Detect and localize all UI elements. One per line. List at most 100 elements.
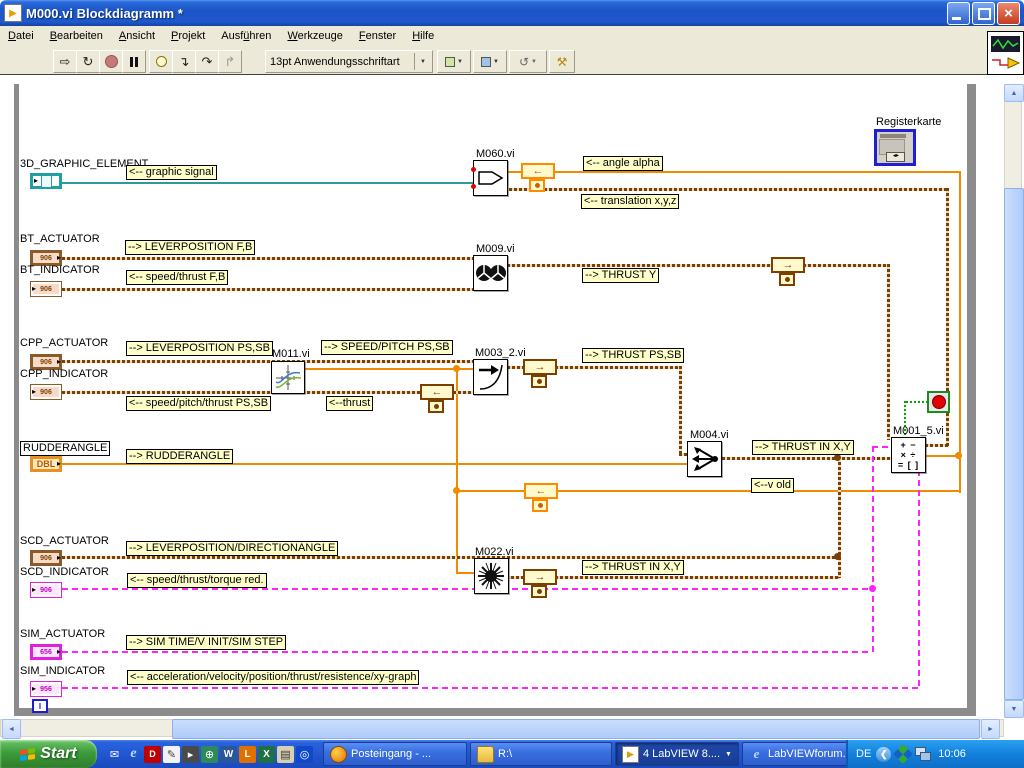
label-sim-indicator[interactable]: SIM_INDICATOR bbox=[20, 665, 105, 677]
wire-label-v-old[interactable]: <--v old bbox=[751, 478, 794, 493]
scroll-up-button[interactable]: ▲ bbox=[1004, 84, 1024, 102]
wire-label-lever-fb[interactable]: --> LEVERPOSITION F,B bbox=[125, 240, 256, 255]
scroll-right-button[interactable]: ► bbox=[981, 719, 1000, 739]
wire-label-angle-alpha[interactable]: <-- angle alpha bbox=[583, 156, 663, 171]
step-into-button[interactable]: ↴ bbox=[172, 50, 196, 73]
bundle-node-index[interactable] bbox=[531, 375, 547, 388]
terminal-scd-actuator[interactable]: 906 ▸ bbox=[30, 550, 62, 566]
menu-datei[interactable]: Datei bbox=[0, 28, 42, 44]
font-selector[interactable]: 13pt Anwendungsschriftart ▼ bbox=[265, 50, 433, 73]
label-m001-5[interactable]: M001_5.vi bbox=[893, 425, 944, 437]
close-button[interactable]: × bbox=[997, 1, 1020, 25]
menu-hilfe[interactable]: Hilfe bbox=[404, 28, 442, 44]
wire-label-lever-dir[interactable]: --> LEVERPOSITION/DIRECTIONANGLE bbox=[126, 541, 339, 556]
wire-magenta-vertical-2[interactable] bbox=[918, 470, 920, 689]
minimize-button[interactable] bbox=[947, 1, 970, 25]
wire-translation-stub[interactable] bbox=[925, 444, 948, 447]
wire-cpp-actuator[interactable] bbox=[62, 360, 474, 363]
terminal-sim-indicator[interactable]: 956 ▸ bbox=[30, 681, 62, 697]
wire-orange-mid-vertical[interactable] bbox=[456, 368, 458, 574]
wire-bt-indicator[interactable] bbox=[62, 288, 474, 291]
subvi-m003-2[interactable] bbox=[473, 359, 508, 395]
wire-label-rudderangle[interactable]: --> RUDDERANGLE bbox=[126, 449, 234, 464]
wire-magenta-vertical-1[interactable] bbox=[872, 446, 874, 653]
fax-printer-icon[interactable]: ▤ bbox=[277, 745, 294, 763]
wire-orange-right-vertical[interactable] bbox=[959, 171, 961, 493]
label-m004[interactable]: M004.vi bbox=[690, 429, 729, 441]
bundle-node[interactable]: → bbox=[771, 257, 805, 273]
wire-translation[interactable] bbox=[509, 188, 948, 191]
wire-m004-to-m001[interactable] bbox=[722, 457, 892, 460]
vertical-scroll-thumb[interactable] bbox=[1004, 188, 1024, 700]
reorder-button[interactable]: ↺ ▼ bbox=[509, 50, 547, 73]
unbundle-node[interactable]: ← bbox=[521, 163, 555, 179]
bundle-node-index[interactable] bbox=[779, 273, 795, 286]
subvi-m009[interactable] bbox=[473, 255, 508, 291]
subvi-m004[interactable] bbox=[687, 441, 722, 477]
network-icon[interactable] bbox=[915, 747, 932, 761]
unbundle-node-index[interactable] bbox=[428, 400, 444, 413]
bundle-node-index[interactable] bbox=[531, 585, 547, 598]
horizontal-scroll-thumb[interactable] bbox=[172, 719, 980, 739]
clock[interactable]: 10:06 bbox=[938, 748, 966, 760]
unbundle-node[interactable]: ← bbox=[420, 384, 454, 400]
subvi-m001-5[interactable]: + − × ÷ = [ ] bbox=[891, 437, 926, 473]
media-player-2-icon[interactable]: ◎ bbox=[296, 745, 313, 763]
task-explorer-r-drive[interactable]: R:\ bbox=[470, 742, 612, 766]
task-group-labview[interactable]: ▶ 4 LabVIEW 8.... ▼ bbox=[615, 742, 739, 766]
step-over-button[interactable]: ↷ bbox=[195, 50, 219, 73]
unbundle-node-index[interactable] bbox=[532, 499, 548, 512]
wire-label-thrust-y[interactable]: --> THRUST Y bbox=[582, 268, 660, 283]
wire-label-lever-pssb[interactable]: --> LEVERPOSITION PS,SB bbox=[126, 341, 273, 356]
notes-editor-icon[interactable]: ✎ bbox=[163, 745, 180, 763]
label-cpp-indicator[interactable]: CPP_INDICATOR bbox=[20, 368, 108, 380]
wire-thrust-pssb-vertical[interactable] bbox=[679, 366, 682, 456]
wire-graphic-signal[interactable] bbox=[62, 182, 475, 184]
wire-into-m022[interactable] bbox=[456, 572, 476, 574]
pause-button[interactable] bbox=[122, 50, 146, 73]
subvi-m011[interactable] bbox=[271, 361, 305, 394]
menu-werkzeuge[interactable]: Werkzeuge bbox=[279, 28, 350, 44]
align-objects-button[interactable]: ▼ bbox=[437, 50, 471, 73]
unbundle-node-index[interactable] bbox=[529, 179, 545, 192]
terminal-scd-indicator[interactable]: 906 ▸ bbox=[30, 582, 62, 598]
terminal-integer[interactable]: I bbox=[32, 699, 48, 713]
media-player-icon[interactable]: ▸ bbox=[182, 745, 199, 763]
wire-label-thrust-pssb[interactable]: --> THRUST PS,SB bbox=[582, 348, 685, 363]
wire-bt-actuator[interactable] bbox=[62, 257, 474, 260]
subvi-m022[interactable] bbox=[474, 558, 509, 594]
internet-explorer-icon[interactable]: e bbox=[125, 746, 142, 763]
spreadsheet-icon[interactable]: X bbox=[258, 745, 275, 763]
restore-button[interactable] bbox=[972, 1, 995, 25]
scroll-left-button[interactable]: ◄ bbox=[2, 719, 21, 739]
subvi-m060[interactable] bbox=[473, 160, 508, 196]
organizer-icon[interactable]: L bbox=[239, 745, 256, 763]
wire-label-translation[interactable]: <-- translation x,y,z bbox=[581, 194, 680, 209]
wire-sim-indicator[interactable] bbox=[62, 687, 920, 689]
stop-button-terminal[interactable] bbox=[927, 391, 950, 413]
highlight-execution-button[interactable] bbox=[149, 50, 173, 73]
unbundle-node[interactable]: ← bbox=[524, 483, 558, 499]
label-m011[interactable]: M011.vi bbox=[272, 348, 310, 360]
wire-cpp-indicator-stub[interactable] bbox=[453, 391, 475, 394]
wire-cpp-indicator[interactable] bbox=[62, 391, 422, 394]
wire-thrust-y-vertical[interactable] bbox=[887, 264, 890, 440]
label-bt-indicator[interactable]: BT_INDICATOR bbox=[20, 264, 100, 276]
label-m022[interactable]: M022.vi bbox=[475, 546, 514, 558]
wire-magenta-stub[interactable] bbox=[872, 446, 892, 448]
label-m009[interactable]: M009.vi bbox=[476, 243, 515, 255]
label-scd-actuator[interactable]: SCD_ACTUATOR bbox=[20, 535, 109, 547]
terminal-cpp-indicator[interactable]: 906 ▸ bbox=[30, 384, 62, 400]
menu-ausfuehren[interactable]: Ausführen bbox=[213, 28, 279, 44]
title-bar[interactable]: ▶ M000.vi Blockdiagramm * × bbox=[0, 0, 1024, 26]
wire-label-thrust-in-xy-1[interactable]: --> THRUST IN X,Y bbox=[752, 440, 854, 455]
run-continuous-button[interactable]: ↻ bbox=[76, 50, 100, 73]
wire-label-speed-pitch-pssb[interactable]: --> SPEED/PITCH PS,SB bbox=[321, 340, 453, 355]
abort-button[interactable] bbox=[99, 50, 123, 73]
label-bt-actuator[interactable]: BT_ACTUATOR bbox=[20, 233, 100, 245]
wire-thrust-y-b[interactable] bbox=[803, 264, 889, 267]
wire-m011-to-m003[interactable] bbox=[304, 368, 474, 370]
bundle-node[interactable]: → bbox=[523, 359, 557, 375]
wire-label-acceleration[interactable]: <-- acceleration/velocity/position/thrus… bbox=[127, 670, 420, 685]
wire-label-thrust-in-xy-2[interactable]: --> THRUST IN X,Y bbox=[582, 560, 684, 575]
